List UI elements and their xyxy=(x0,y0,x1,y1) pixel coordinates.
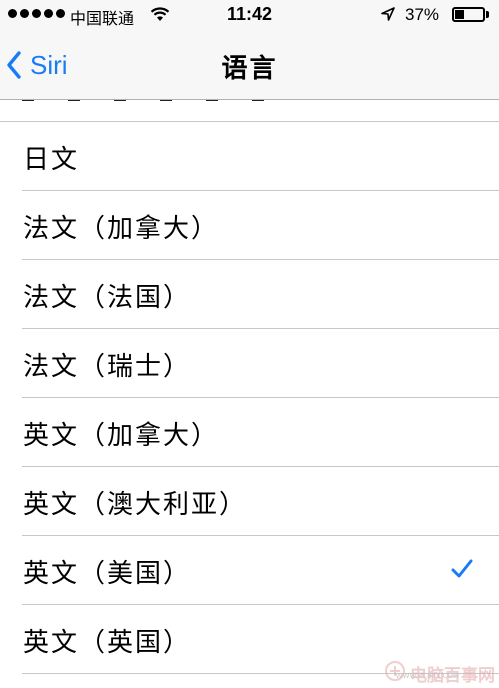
list-item-partial[interactable] xyxy=(0,100,499,122)
checkmark-icon xyxy=(451,559,473,583)
language-row[interactable]: 日文 xyxy=(0,122,499,191)
language-label: 英文（美国） xyxy=(23,559,192,589)
battery-tip xyxy=(486,11,489,18)
battery-fill xyxy=(455,10,464,19)
language-row[interactable]: 法文（瑞士） xyxy=(0,329,499,398)
page-title: 语言 xyxy=(221,54,278,84)
language-label: 法文（法国） xyxy=(23,283,192,313)
watermark-sub: WWW.PC841.COM xyxy=(395,672,459,680)
battery-icon xyxy=(452,7,485,22)
language-list: 日文法文（加拿大） 法文（法国） 法文（瑞士） 英文（加拿大） 英文（澳大利亚） 英文（美… xyxy=(0,100,499,688)
language-row[interactable]: 法文（加拿大） xyxy=(0,191,499,260)
language-label: 法文（加拿大） xyxy=(23,214,220,244)
language-label: 英文（加拿大） xyxy=(23,421,220,451)
language-label: 英文（澳大利亚） xyxy=(23,490,248,520)
language-label: 英文（英国） xyxy=(23,628,192,658)
language-row[interactable]: 法文（法国） xyxy=(0,260,499,329)
language-row[interactable]: 英文（美国） xyxy=(0,536,499,605)
status-bar: 中国联通 11:42 37% xyxy=(0,0,499,30)
language-row[interactable]: 英文（加拿大） xyxy=(0,398,499,467)
language-row[interactable]: 英文（澳大利亚） xyxy=(0,467,499,536)
location-arrow-icon xyxy=(380,6,396,27)
language-label: 日文 xyxy=(23,145,80,175)
language-label: 法文（瑞士） xyxy=(23,352,192,382)
battery-percent: 37% xyxy=(405,5,440,24)
navigation-bar: Siri 语言 xyxy=(0,30,499,100)
